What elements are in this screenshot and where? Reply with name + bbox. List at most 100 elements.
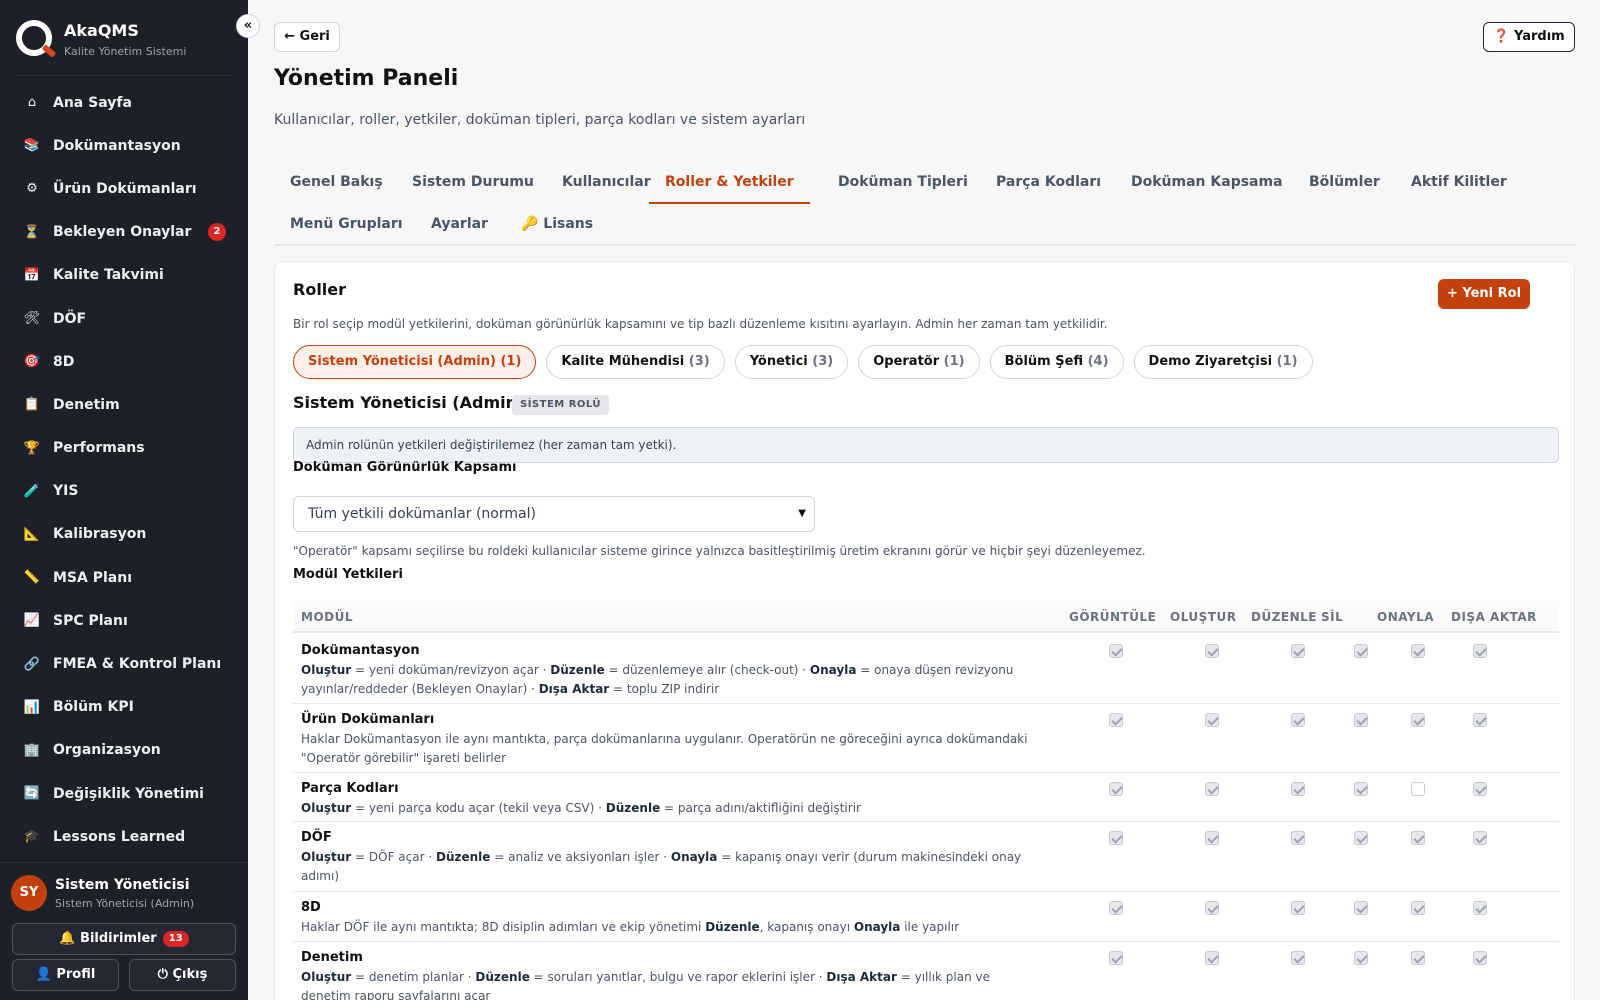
sidebar-item-6[interactable]: 🎯 8D bbox=[0, 340, 248, 383]
sidebar-item-3[interactable]: ⏳ Bekleyen Onaylar 2 bbox=[0, 211, 248, 254]
permission-checkbox-onayla[interactable] bbox=[1411, 644, 1425, 658]
tab-8[interactable]: Aktif Kilitler bbox=[1395, 162, 1523, 204]
permission-checkbox-onayla[interactable] bbox=[1411, 831, 1425, 845]
sidebar-item-2[interactable]: ⚙ Ürün Dokümanları bbox=[0, 167, 248, 210]
sidebar-item-9[interactable]: 🧪 YIS bbox=[0, 470, 248, 513]
column-header-5[interactable]: ONAYLA bbox=[1377, 610, 1434, 624]
role-pill-2[interactable]: Yönetici (3) bbox=[734, 345, 849, 379]
permission-checkbox-si̇l[interactable] bbox=[1354, 713, 1368, 727]
notifications-button[interactable]: 🔔 Bildirimler 13 bbox=[12, 923, 236, 955]
permission-checkbox-dişa aktar[interactable] bbox=[1473, 713, 1487, 727]
permission-checkbox-oluştur[interactable] bbox=[1205, 782, 1219, 796]
permission-checkbox-düzenle[interactable] bbox=[1291, 644, 1305, 658]
sidebar-item-0[interactable]: ⌂ Ana Sayfa bbox=[0, 81, 248, 124]
back-button[interactable]: ← Geri bbox=[274, 22, 340, 52]
permission-checkbox-dişa aktar[interactable] bbox=[1473, 782, 1487, 796]
permission-checkbox-görüntüle[interactable] bbox=[1109, 901, 1123, 915]
permission-checkbox-onayla[interactable] bbox=[1411, 951, 1425, 965]
tab-6[interactable]: Doküman Kapsama bbox=[1115, 162, 1299, 204]
building-icon: 🏢 bbox=[23, 742, 41, 758]
permission-checkbox-dişa aktar[interactable] bbox=[1473, 951, 1487, 965]
tab-3[interactable]: Roller & Yetkiler bbox=[649, 162, 810, 204]
sidebar-item-7[interactable]: 📋 Denetim bbox=[0, 383, 248, 426]
module-description: Oluştur = yeni doküman/revizyon açar · D… bbox=[301, 663, 1014, 696]
sidebar-item-13[interactable]: 🔗 FMEA & Kontrol Planı bbox=[0, 642, 248, 685]
tab-1[interactable]: Sistem Durumu bbox=[396, 162, 550, 204]
permission-checkbox-görüntüle[interactable] bbox=[1109, 644, 1123, 658]
column-header-3[interactable]: DÜZENLE bbox=[1251, 610, 1317, 624]
tab-5[interactable]: Parça Kodları bbox=[980, 162, 1117, 204]
tab-10[interactable]: Ayarlar bbox=[415, 204, 504, 246]
role-pill-1[interactable]: Kalite Mühendisi (3) bbox=[546, 345, 725, 379]
sidebar-item-14[interactable]: 📊 Bölüm KPI bbox=[0, 686, 248, 729]
permission-checkbox-si̇l[interactable] bbox=[1354, 782, 1368, 796]
table-row: Denetim Oluştur = denetim planlar · Düzen… bbox=[293, 942, 1559, 1000]
tab-11[interactable]: 🔑 Lisans bbox=[505, 204, 609, 246]
sidebar-item-10[interactable]: 📐 Kalibrasyon bbox=[0, 513, 248, 556]
permission-checkbox-dişa aktar[interactable] bbox=[1473, 901, 1487, 915]
books-icon: 📚 bbox=[23, 138, 41, 154]
column-header-2[interactable]: OLUŞTUR bbox=[1170, 610, 1236, 624]
module-name: Parça Kodları bbox=[301, 781, 399, 796]
sidebar-item-label: YIS bbox=[53, 483, 79, 500]
tab-7[interactable]: Bölümler bbox=[1293, 162, 1396, 204]
permission-checkbox-görüntüle[interactable] bbox=[1109, 782, 1123, 796]
permission-checkbox-dişa aktar[interactable] bbox=[1473, 831, 1487, 845]
brand[interactable]: AkaQMS Kalite Yönetim Sistemi bbox=[16, 18, 232, 76]
permission-checkbox-onayla[interactable] bbox=[1411, 782, 1425, 796]
sidebar-item-label: 8D bbox=[53, 353, 75, 370]
permission-checkbox-oluştur[interactable] bbox=[1205, 831, 1219, 845]
sidebar-item-15[interactable]: 🏢 Organizasyon bbox=[0, 729, 248, 772]
profile-button[interactable]: 👤 Profil bbox=[12, 959, 119, 991]
permission-checkbox-görüntüle[interactable] bbox=[1109, 713, 1123, 727]
permission-checkbox-si̇l[interactable] bbox=[1354, 644, 1368, 658]
module-name: Denetim bbox=[301, 950, 363, 965]
permission-checkbox-onayla[interactable] bbox=[1411, 713, 1425, 727]
module-permissions-label: Modül Yetkileri bbox=[293, 567, 403, 582]
role-pill-5[interactable]: Demo Ziyaretçisi (1) bbox=[1133, 345, 1313, 379]
permission-checkbox-si̇l[interactable] bbox=[1354, 831, 1368, 845]
sidebar-item-11[interactable]: 📏 MSA Planı bbox=[0, 556, 248, 599]
permission-checkbox-görüntüle[interactable] bbox=[1109, 951, 1123, 965]
sidebar-item-8[interactable]: 🏆 Performans bbox=[0, 427, 248, 470]
column-header-4[interactable]: SİL bbox=[1321, 610, 1343, 624]
tab-9[interactable]: Menü Grupları bbox=[274, 204, 419, 246]
permission-checkbox-düzenle[interactable] bbox=[1291, 713, 1305, 727]
permission-checkbox-oluştur[interactable] bbox=[1205, 644, 1219, 658]
permission-checkbox-oluştur[interactable] bbox=[1205, 951, 1219, 965]
new-role-button[interactable]: + Yeni Rol bbox=[1438, 279, 1530, 309]
logout-button[interactable]: ⏻ Çıkış bbox=[129, 959, 236, 991]
avatar[interactable]: SY bbox=[11, 875, 47, 911]
app-subtitle: Kalite Yönetim Sistemi bbox=[64, 45, 187, 58]
column-header-1[interactable]: GÖRÜNTÜLE bbox=[1069, 610, 1156, 624]
sidebar-item-1[interactable]: 📚 Dokümantasyon bbox=[0, 124, 248, 167]
clipboard-icon: 📋 bbox=[23, 397, 41, 413]
role-pill-name: Demo Ziyaretçisi bbox=[1148, 354, 1273, 369]
sidebar-item-5[interactable]: 🛠 DÖF bbox=[0, 297, 248, 340]
permission-checkbox-dişa aktar[interactable] bbox=[1473, 644, 1487, 658]
module-name: Ürün Dokümanları bbox=[301, 712, 435, 727]
permission-checkbox-görüntüle[interactable] bbox=[1109, 831, 1123, 845]
column-header-6[interactable]: DIŞA AKTAR bbox=[1451, 610, 1537, 624]
permission-checkbox-düzenle[interactable] bbox=[1291, 782, 1305, 796]
permission-checkbox-oluştur[interactable] bbox=[1205, 901, 1219, 915]
tab-0[interactable]: Genel Bakış bbox=[274, 162, 399, 204]
role-pill-4[interactable]: Bölüm Şefi (4) bbox=[989, 345, 1124, 379]
permission-checkbox-düzenle[interactable] bbox=[1291, 831, 1305, 845]
collapse-sidebar-button[interactable]: « bbox=[236, 14, 260, 38]
role-pill-3[interactable]: Operatör (1) bbox=[858, 345, 980, 379]
sidebar-item-17[interactable]: 🎓 Lessons Learned bbox=[0, 815, 248, 858]
sidebar-item-4[interactable]: 📅 Kalite Takvimi bbox=[0, 254, 248, 297]
help-button[interactable]: ❓ Yardım bbox=[1483, 22, 1575, 52]
permission-checkbox-si̇l[interactable] bbox=[1354, 901, 1368, 915]
sidebar-item-16[interactable]: 🔄 Değişiklik Yönetimi bbox=[0, 772, 248, 815]
scope-select[interactable]: Tüm yetkili dokümanlar (normal) ▼ bbox=[293, 496, 815, 532]
permission-checkbox-si̇l[interactable] bbox=[1354, 951, 1368, 965]
permission-checkbox-oluştur[interactable] bbox=[1205, 713, 1219, 727]
permission-checkbox-onayla[interactable] bbox=[1411, 901, 1425, 915]
sidebar-item-12[interactable]: 📈 SPC Planı bbox=[0, 599, 248, 642]
permission-checkbox-düzenle[interactable] bbox=[1291, 901, 1305, 915]
tab-4[interactable]: Doküman Tipleri bbox=[822, 162, 984, 204]
permission-checkbox-düzenle[interactable] bbox=[1291, 951, 1305, 965]
role-pill-0[interactable]: Sistem Yöneticisi (Admin) (1) bbox=[293, 345, 537, 379]
